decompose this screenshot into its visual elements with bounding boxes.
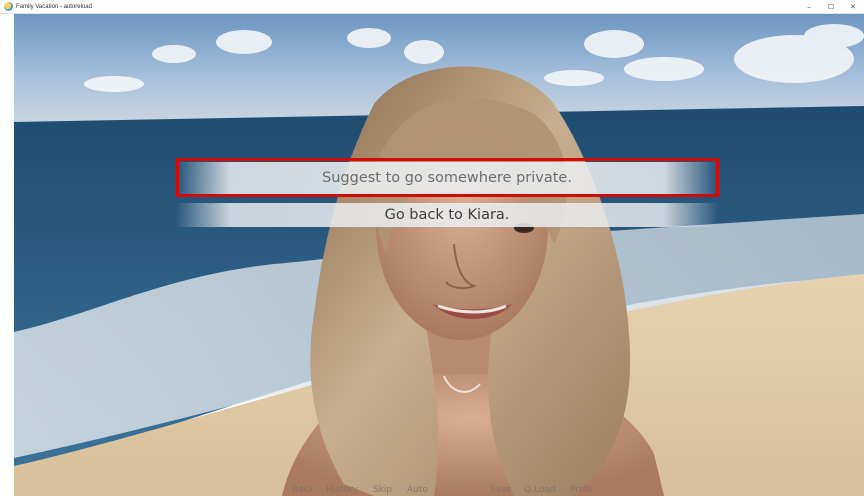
maximize-button[interactable]: ☐ <box>820 0 842 14</box>
quick-menu-auto[interactable]: Auto <box>407 485 428 496</box>
quick-menu: Back History Skip Auto Save Q.Load Prefs <box>0 485 864 496</box>
app-icon <box>4 2 13 11</box>
game-scene[interactable] <box>14 14 864 496</box>
window-left-border <box>0 14 14 496</box>
quick-menu-back[interactable]: Back <box>292 485 314 496</box>
scene-background <box>14 14 864 496</box>
minimize-button[interactable]: – <box>798 0 820 14</box>
window-controls: – ☐ ✕ <box>798 0 864 14</box>
game-window: Family Vacation - autoreload – ☐ ✕ Sugge… <box>0 0 864 496</box>
quick-menu-history[interactable]: History <box>326 485 358 496</box>
close-button[interactable]: ✕ <box>842 0 864 14</box>
title-bar[interactable]: Family Vacation - autoreload – ☐ ✕ <box>0 0 864 14</box>
quick-menu-prefs[interactable]: Prefs <box>570 485 592 496</box>
quick-menu-save[interactable]: Save <box>490 485 512 496</box>
quick-menu-qload[interactable]: Q.Load <box>524 485 556 496</box>
quick-menu-skip[interactable]: Skip <box>373 485 392 496</box>
choice-suggest-private[interactable]: Suggest to go somewhere private. <box>176 162 718 194</box>
window-title: Family Vacation - autoreload <box>16 3 92 10</box>
choice-go-back-kiara[interactable]: Go back to Kiara. <box>176 203 718 227</box>
